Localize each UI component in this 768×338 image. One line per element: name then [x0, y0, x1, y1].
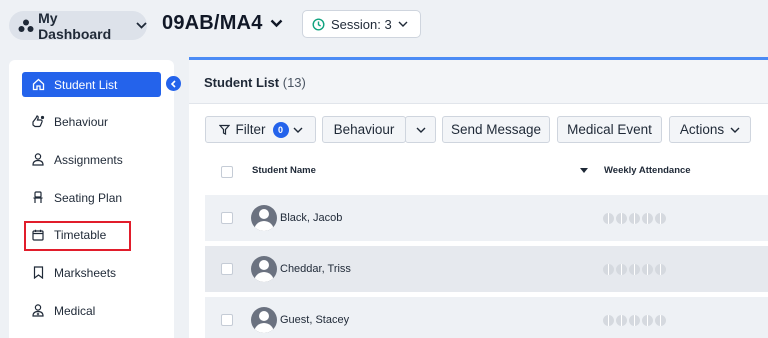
attendance-session-icon — [629, 315, 640, 326]
student-name[interactable]: Black, Jacob — [280, 212, 342, 224]
sidebar-item-medical[interactable]: Medical — [22, 298, 161, 323]
session-label: Session: 3 — [331, 16, 392, 32]
behaviour-dropdown-button[interactable] — [405, 116, 436, 143]
actions-label: Actions — [679, 122, 725, 137]
row-checkbox[interactable] — [221, 212, 233, 224]
top-bar: My Dashboard 09AB/MA4 Session: 3 — [0, 0, 768, 52]
actions-button[interactable]: Actions — [669, 116, 751, 143]
avatar — [251, 307, 277, 333]
attendance-session-icon — [603, 315, 614, 326]
class-title: 09AB/MA4 — [162, 12, 283, 35]
attendance-session-icon — [616, 213, 627, 224]
sidebar-item-seating-plan[interactable]: Seating Plan — [22, 185, 161, 210]
attendance-session-icon — [655, 264, 666, 275]
sidebar-item-label: Student List — [54, 77, 118, 92]
sidebar-item-timetable[interactable]: Timetable — [22, 222, 161, 247]
sort-desc-icon[interactable] — [580, 168, 588, 173]
page-title: Student List (13) — [204, 75, 306, 90]
sidebar-item-assignments[interactable]: Assignments — [22, 147, 161, 172]
thumbs-icon — [31, 115, 45, 129]
student-list-panel: Student List (13) Filter 0 Behaviour Sen… — [189, 57, 768, 338]
chevron-down-icon — [416, 127, 426, 133]
filter-icon — [218, 124, 230, 135]
row-checkbox[interactable] — [221, 314, 233, 326]
chevron-down-icon — [730, 127, 740, 133]
sidebar-item-student-list[interactable]: Student List — [22, 72, 161, 97]
attendance-session-icon — [603, 213, 614, 224]
weekly-attendance-indicator — [603, 213, 666, 224]
filter-count-badge: 0 — [272, 121, 289, 138]
dashboard-icon — [16, 16, 35, 36]
behaviour-label: Behaviour — [333, 122, 395, 137]
avatar — [251, 205, 277, 231]
attendance-session-icon — [655, 213, 666, 224]
student-count: (13) — [282, 75, 306, 90]
attendance-session-icon — [642, 264, 653, 275]
attendance-session-icon — [629, 213, 640, 224]
sidebar: Student List Behaviour Assignments Seati… — [9, 60, 174, 338]
attendance-session-icon — [616, 315, 627, 326]
sidebar-item-label: Behaviour — [54, 114, 109, 129]
sidebar-item-behaviour[interactable]: Behaviour — [22, 109, 161, 134]
sidebar-item-label: Medical — [54, 303, 96, 318]
student-name[interactable]: Guest, Stacey — [280, 314, 349, 326]
column-header-weekly-attendance[interactable]: Weekly Attendance — [604, 165, 691, 176]
chevron-down-icon — [293, 127, 303, 133]
send-message-label: Send Message — [450, 122, 542, 137]
avatar — [251, 256, 277, 282]
weekly-attendance-indicator — [603, 315, 666, 326]
medical-person-icon — [31, 304, 45, 318]
sidebar-item-label: Assignments — [54, 152, 123, 167]
clock-icon — [312, 17, 325, 31]
sidebar-collapse-button[interactable] — [166, 76, 181, 91]
sidebar-item-label: Marksheets — [54, 265, 117, 280]
medical-event-button[interactable]: Medical Event — [557, 116, 662, 143]
attendance-session-icon — [642, 315, 653, 326]
page-title-text: Student List — [204, 75, 280, 90]
table-row[interactable]: Black, Jacob — [205, 195, 768, 241]
panel-header: Student List (13) — [189, 60, 768, 104]
row-checkbox[interactable] — [221, 263, 233, 275]
class-chevron-down-icon[interactable] — [270, 19, 283, 28]
class-title-text: 09AB/MA4 — [162, 12, 263, 34]
weekly-attendance-indicator — [603, 264, 666, 275]
behaviour-button[interactable]: Behaviour — [322, 116, 406, 143]
attendance-session-icon — [603, 264, 614, 275]
session-dropdown[interactable]: Session: 3 — [302, 10, 421, 38]
filter-button[interactable]: Filter 0 — [205, 116, 316, 143]
send-message-button[interactable]: Send Message — [442, 116, 550, 143]
chair-icon — [31, 191, 45, 205]
my-dashboard-label: My Dashboard — [38, 9, 112, 42]
chevron-down-icon — [398, 21, 408, 27]
student-name[interactable]: Cheddar, Triss — [280, 263, 351, 275]
sidebar-item-label: Timetable — [54, 227, 107, 242]
sidebar-item-label: Seating Plan — [54, 190, 123, 205]
attendance-session-icon — [642, 213, 653, 224]
home-icon — [31, 78, 45, 92]
filter-label: Filter — [235, 122, 266, 137]
column-header-student-name[interactable]: Student Name — [252, 165, 316, 176]
my-dashboard-button[interactable]: My Dashboard — [9, 9, 147, 42]
calendar-icon — [31, 228, 45, 242]
attendance-session-icon — [629, 264, 640, 275]
attendance-session-icon — [616, 264, 627, 275]
chevron-down-icon — [136, 22, 147, 29]
medical-event-label: Medical Event — [567, 122, 652, 137]
table-row[interactable]: Guest, Stacey — [205, 297, 768, 338]
select-all-checkbox[interactable] — [221, 166, 233, 178]
attendance-session-icon — [655, 315, 666, 326]
table-row[interactable]: Cheddar, Triss — [205, 246, 768, 292]
person-icon — [31, 153, 45, 167]
bookmark-icon — [31, 266, 45, 280]
chevron-left-icon — [170, 79, 176, 88]
sidebar-item-marksheets[interactable]: Marksheets — [22, 260, 161, 285]
